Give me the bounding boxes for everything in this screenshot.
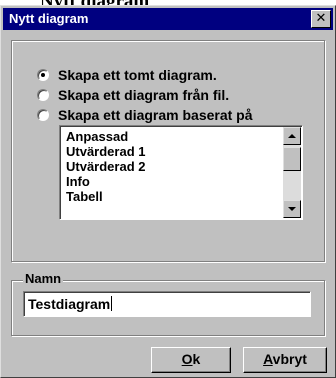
template-listbox[interactable]: Anpassad Utvärderad 1 Utvärderad 2 Info … (59, 125, 303, 220)
list-item[interactable]: Utvärderad 1 (66, 144, 145, 159)
cancel-mnemonic: A (263, 351, 273, 367)
title-bar: Nytt diagram ✕ (3, 8, 333, 30)
cancel-button[interactable]: Avbryt (243, 347, 327, 373)
option-empty-diagram[interactable]: Skapa ett tomt diagram. (37, 66, 217, 84)
name-input-value: Testdiagram (28, 296, 111, 312)
ok-label-rest: k (192, 351, 201, 367)
scroll-up-button[interactable] (283, 127, 301, 145)
option-empty-diagram-label: Skapa ett tomt diagram. (58, 67, 217, 83)
option-from-file[interactable]: Skapa ett diagram från fil. (37, 86, 229, 104)
ok-button[interactable]: Ok (151, 347, 231, 373)
list-scrollbar[interactable] (283, 127, 301, 218)
scroll-down-button[interactable] (283, 200, 301, 218)
list-item[interactable]: Anpassad (66, 129, 145, 144)
name-group-label: Namn (23, 271, 64, 286)
radio-from-file[interactable] (37, 89, 49, 101)
cancel-label-rest: vbryt (272, 351, 307, 367)
option-based-on[interactable]: Skapa ett diagram baserat på (37, 106, 253, 124)
scroll-thumb[interactable] (283, 147, 301, 171)
list-item[interactable]: Utvärderad 2 (66, 159, 145, 174)
arrow-up-icon (288, 134, 296, 138)
arrow-down-icon (288, 207, 296, 211)
name-input[interactable]: Testdiagram (23, 291, 311, 317)
close-icon[interactable]: ✕ (311, 10, 331, 28)
list-item[interactable]: Info (66, 174, 145, 189)
list-item[interactable]: Tabell (66, 189, 145, 204)
dialog-title: Nytt diagram (9, 11, 89, 26)
option-based-on-label: Skapa ett diagram baserat på (58, 107, 253, 123)
text-caret (111, 296, 113, 311)
radio-based-on[interactable] (37, 109, 49, 121)
radio-empty-diagram[interactable] (37, 69, 49, 81)
ok-mnemonic: O (181, 351, 193, 367)
option-from-file-label: Skapa ett diagram från fil. (58, 87, 230, 103)
new-diagram-dialog: Nytt diagram ✕ Skapa ett tomt diagram. S… (0, 5, 336, 378)
